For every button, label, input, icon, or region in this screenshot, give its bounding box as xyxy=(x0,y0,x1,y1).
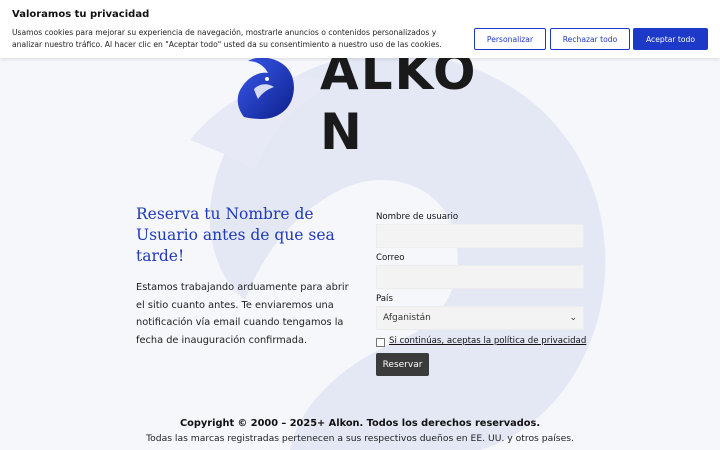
country-select[interactable]: Afganistán ⌄ xyxy=(376,306,584,330)
cookie-banner: Valoramos tu privacidad Usamos cookies p… xyxy=(0,0,720,58)
privacy-consent-checkbox[interactable] xyxy=(376,338,385,347)
cookie-banner-text: Usamos cookies para mejorar su experienc… xyxy=(12,28,442,49)
accept-all-cookies-button[interactable]: Aceptar todo xyxy=(633,28,708,50)
email-label: Correo xyxy=(376,253,405,263)
cookie-banner-title: Valoramos tu privacidad xyxy=(12,9,150,20)
username-input[interactable] xyxy=(376,224,584,248)
country-select-value: Afganistán xyxy=(383,313,431,323)
customize-cookies-button[interactable]: Personalizar xyxy=(474,28,546,50)
chevron-down-icon: ⌄ xyxy=(569,313,577,323)
intro-paragraph: Estamos trabajando arduamente para abrir… xyxy=(136,282,349,346)
email-input[interactable] xyxy=(376,265,584,289)
eagle-head-icon xyxy=(237,57,294,119)
reserve-button[interactable]: Reservar xyxy=(376,353,429,376)
reject-all-cookies-button[interactable]: Rechazar todo xyxy=(550,28,630,50)
footer-trademark: Todas las marcas registradas pertenecen … xyxy=(146,433,574,444)
username-label: Nombre de usuario xyxy=(376,212,459,222)
privacy-policy-link[interactable]: Si continúas, aceptas la política de pri… xyxy=(389,336,586,346)
country-label: País xyxy=(376,294,393,304)
brand-wordmark: ALKON xyxy=(320,43,478,161)
page-heading: Reserva tu Nombre de Usuario antes de qu… xyxy=(136,205,335,265)
footer-copyright: Copyright © 2000 – 2025+ Alkon. Todos lo… xyxy=(179,418,541,429)
